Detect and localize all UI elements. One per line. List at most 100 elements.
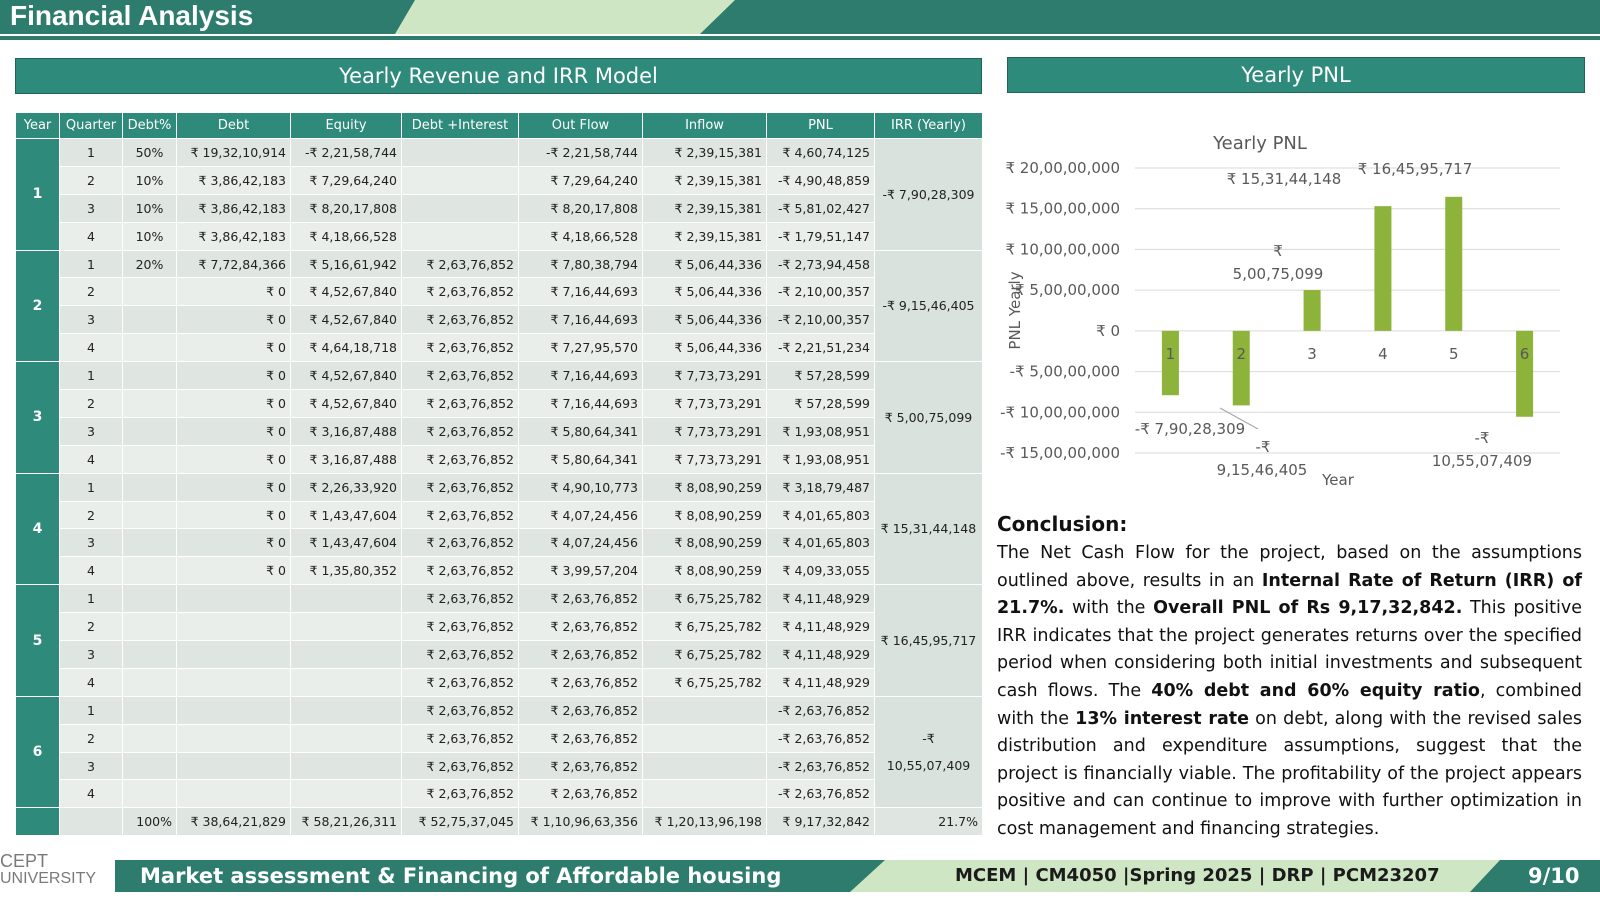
irr-yearly-cell: ₹ 15,31,44,148 [874,472,983,586]
table-cell: ₹ 2,39,15,381 [642,193,767,223]
table-cell: ₹ 4,52,67,840 [290,361,402,391]
table-cell: ₹ 4,11,48,929 [766,612,875,642]
table-cell: ₹ 7,73,73,291 [642,416,767,446]
irr-value-sign: -₹ [922,731,935,747]
table-cell [122,305,177,335]
x-tick-label: 4 [1378,345,1388,363]
table-cell: 3 [59,416,123,446]
table-cell: -₹ 2,63,76,852 [766,695,875,725]
table-cell: 4 [59,667,123,697]
table-cell: ₹ 6,75,25,782 [642,640,767,669]
table-cell: ₹ 2,63,76,852 [401,779,519,809]
table-cell: ₹ 1,43,47,604 [290,528,402,558]
table-cell: ₹ 0 [176,416,291,446]
table-cell: ₹ 7,27,95,570 [518,333,643,363]
logo-line-1: CEPT [0,851,49,871]
table-cell [122,584,177,614]
table-cell: ₹ 2,63,76,852 [401,389,519,418]
table-cell: ₹ 4,11,48,929 [766,667,875,697]
page-number: 9/10 [1528,864,1580,888]
table-cell: ₹ 0 [176,361,291,391]
table-cell: -₹ 2,63,76,852 [766,723,875,753]
irr-yearly-cell: -₹ 9,15,46,405 [874,249,983,363]
data-label: 5,00,75,099 [1233,265,1324,283]
table-cell: 10% [122,221,177,251]
table-cell [122,723,177,753]
header-rule [0,36,1600,40]
table-cell [122,472,177,502]
table-cell: ₹ 2,63,76,852 [401,305,519,335]
table-cell: ₹ 4,11,48,929 [766,584,875,614]
table-cell: ₹ 2,63,76,852 [518,612,643,642]
table-cell: ₹ 4,18,66,528 [518,221,643,251]
table-cell [290,612,402,642]
table-cell: ₹ 2,63,76,852 [518,640,643,669]
table-cell: 2 [59,165,123,195]
table-cell: ₹ 2,63,76,852 [401,528,519,558]
column-header: Debt% [122,112,177,139]
table-row: 4 ₹ 0 ₹ 3,16,87,488 ₹ 2,63,76,852 ₹ 5,80,64,… [16,444,983,474]
table-cell: ₹ 4,11,48,929 [766,640,875,669]
table-cell [401,165,519,195]
table-cell: ₹ 2,39,15,381 [642,138,767,167]
table-cell: ₹ 0 [176,277,291,307]
pnl-bar [1303,290,1321,331]
x-tick-label: 2 [1236,345,1246,363]
table-header-row: Year Quarter Debt% Debt Equity Debt +Interest… [15,112,983,139]
table-row: 3 ₹ 0 ₹ 1,43,47,604 ₹ 2,63,76,852 ₹ 4,07,24,… [16,528,983,558]
table-cell: -₹ 2,21,58,744 [518,138,643,167]
table-cell: ₹ 7,73,73,291 [642,361,767,391]
total-cell: ₹ 52,75,37,045 [401,807,519,837]
table-cell: -₹ 5,81,02,427 [766,193,875,223]
x-tick-label: 3 [1307,345,1317,363]
data-label: ₹ [1273,242,1283,260]
table-cell: -₹ 2,21,58,744 [290,138,402,167]
table-cell: ₹ 2,63,76,852 [401,640,519,669]
table-cell: ₹ 0 [176,556,291,586]
table-row: 1 1 50% ₹ 19,32,10,914 -₹ 2,21,58,744 -₹ 2,21… [15,138,983,251]
table-cell: ₹ 7,16,44,693 [518,277,643,307]
table-cell: ₹ 2,63,76,852 [401,472,519,502]
table-cell: ₹ 4,60,74,125 [766,138,875,167]
table-cell: 1 [59,695,123,725]
table-cell: -₹ 4,90,48,859 [766,165,875,195]
table-cell: ₹ 0 [176,389,291,418]
conclusion-text-2: with the [1064,598,1154,619]
table-section-title: Yearly Revenue and IRR Model [15,58,982,94]
chart-title: Yearly PNL [1212,133,1307,154]
table-cell: 4 [59,333,123,363]
table-cell: ₹ 4,18,66,528 [290,221,402,251]
y-tick-label: ₹ 10,00,00,000 [1005,240,1120,258]
data-label: 10,55,07,409 [1432,452,1532,470]
table-cell [290,667,402,697]
table-cell [122,667,177,697]
total-cell: ₹ 58,21,26,311 [290,807,402,837]
table-cell: 1 [59,138,123,167]
y-tick-label: -₹ 5,00,00,000 [1010,363,1120,381]
table-cell: ₹ 6,75,25,782 [642,584,767,614]
table-cell: ₹ 7,80,38,794 [518,249,643,279]
data-label: -₹ 7,90,28,309 [1135,420,1245,438]
table-cell [401,138,519,167]
table-row: 2 10% ₹ 3,86,42,183 ₹ 7,29,64,240 ₹ 7,29,64,… [16,165,983,195]
table-cell [122,751,177,781]
table-cell: 1 [59,584,123,614]
data-label: 9,15,46,405 [1217,461,1308,479]
table-cell: ₹ 7,16,44,693 [518,389,643,418]
table-cell: ₹ 4,07,24,456 [518,528,643,558]
table-cell: ₹ 6,75,25,782 [642,667,767,697]
x-axis-label: Year [1321,471,1355,489]
table-cell [122,444,177,474]
irr-model-table: Year Quarter Debt% Debt Equity Debt +Interest… [15,112,983,837]
y-tick-label: ₹ 20,00,00,000 [1005,159,1120,177]
table-cell: ₹ 8,08,90,259 [642,528,767,558]
table-row: 4 ₹ 0 ₹ 1,35,80,352 ₹ 2,63,76,852 ₹ 3,99,57,… [16,556,983,586]
table-row: 3 ₹ 2,63,76,852 ₹ 2,63,76,852 ₹ 6,75,25,782… [16,640,983,669]
table-cell: ₹ 2,63,76,852 [518,695,643,725]
table-cell: ₹ 2,63,76,852 [401,556,519,586]
table-cell: ₹ 2,63,76,852 [401,361,519,391]
table-cell: ₹ 7,73,73,291 [642,444,767,474]
table-cell: 1 [59,249,123,279]
table-cell: ₹ 2,63,76,852 [401,249,519,279]
table-row: 3 ₹ 0 ₹ 3,16,87,488 ₹ 2,63,76,852 ₹ 5,80,64,… [16,416,983,446]
